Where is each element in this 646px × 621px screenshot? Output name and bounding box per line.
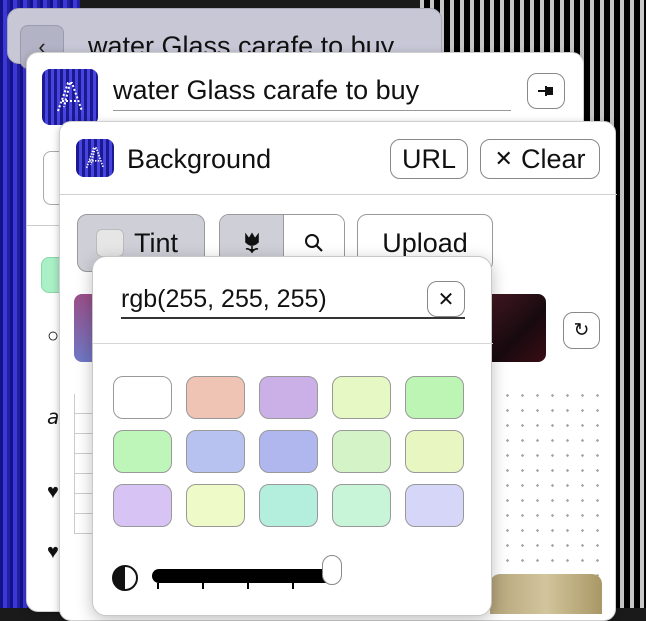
divider xyxy=(60,194,617,195)
color-swatch[interactable] xyxy=(332,376,391,419)
color-swatch-grid xyxy=(113,376,464,527)
text-icon: 𝘢 xyxy=(47,407,60,429)
background-thumbnail xyxy=(76,139,114,177)
color-swatch[interactable] xyxy=(113,430,172,473)
opacity-slider-thumb[interactable] xyxy=(322,555,342,585)
tint-swatch xyxy=(96,229,124,257)
close-icon[interactable]: ✕ xyxy=(427,281,465,317)
color-picker-popover: rgb(255, 255, 255) ✕ xyxy=(92,256,493,616)
background-title: Background xyxy=(127,144,272,174)
color-swatch[interactable] xyxy=(259,484,318,527)
color-swatch[interactable] xyxy=(113,376,172,419)
tint-label: Tint xyxy=(134,227,179,258)
item-thumbnail xyxy=(42,69,98,125)
color-swatch[interactable] xyxy=(405,376,464,419)
color-swatch[interactable] xyxy=(332,484,391,527)
clear-label: Clear xyxy=(520,143,586,174)
circle-icon: ○ xyxy=(47,325,60,347)
color-swatch[interactable] xyxy=(186,376,245,419)
color-swatch[interactable] xyxy=(113,484,172,527)
color-swatch[interactable] xyxy=(259,430,318,473)
color-swatch[interactable] xyxy=(332,430,391,473)
pin-icon[interactable] xyxy=(527,73,565,109)
opacity-slider[interactable] xyxy=(152,569,336,583)
close-icon: ✕ xyxy=(494,146,513,171)
item-title[interactable]: water Glass carafe to buy xyxy=(113,75,511,111)
color-swatch[interactable] xyxy=(186,430,245,473)
url-button[interactable]: URL xyxy=(390,139,468,179)
slider-ticks xyxy=(157,583,337,589)
color-swatch[interactable] xyxy=(405,484,464,527)
dot-pattern-preview[interactable] xyxy=(500,388,600,578)
heart-icon: ♥ xyxy=(47,541,59,563)
color-swatch[interactable] xyxy=(259,376,318,419)
texture-preview[interactable] xyxy=(490,574,602,614)
divider xyxy=(93,343,493,344)
ruler xyxy=(74,394,94,534)
rotate-icon[interactable]: ↻ xyxy=(563,312,600,349)
clear-button[interactable]: ✕ Clear xyxy=(480,139,600,179)
color-swatch[interactable] xyxy=(186,484,245,527)
contrast-icon xyxy=(112,565,138,591)
color-swatch[interactable] xyxy=(405,430,464,473)
heart-icon: ♥ xyxy=(47,481,59,503)
color-value-input[interactable]: rgb(255, 255, 255) xyxy=(121,285,465,319)
